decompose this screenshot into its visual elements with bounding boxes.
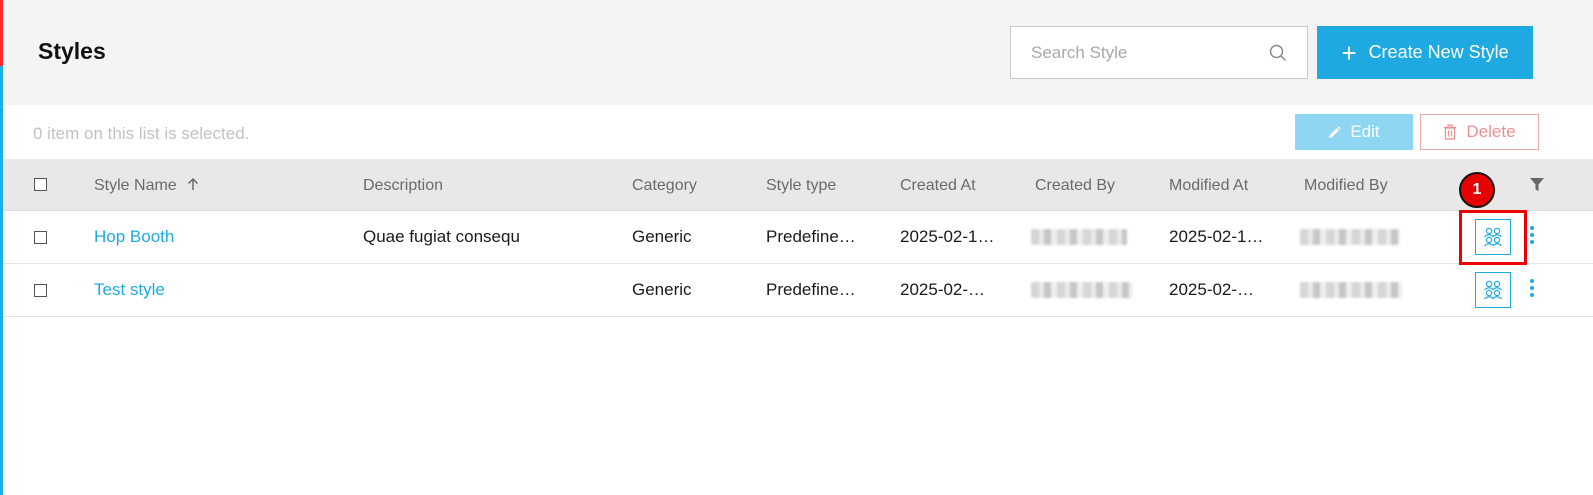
column-header-modified-at[interactable]: Modified At: [1169, 177, 1248, 195]
edit-button[interactable]: Edit: [1295, 114, 1413, 150]
created-by-cell-redacted: [1031, 282, 1133, 298]
selection-status: 0 item on this list is selected.: [33, 124, 250, 143]
highlight-annotation-box: [1459, 210, 1527, 265]
modified-at-cell: 2025-02-1…: [1169, 227, 1264, 246]
delete-label: Delete: [1466, 122, 1516, 141]
created-by-cell-redacted: [1031, 229, 1127, 245]
plus-icon: +: [1341, 37, 1357, 68]
row-more-options-icon[interactable]: [1528, 226, 1536, 248]
search-box[interactable]: [1010, 26, 1308, 79]
table-row[interactable]: Test style Generic Predefine… 2025-02-… …: [3, 264, 1593, 317]
modified-at-cell: 2025-02-…: [1169, 280, 1255, 299]
column-header-modified-by[interactable]: Modified By: [1304, 177, 1388, 195]
select-all-checkbox[interactable]: [34, 178, 47, 191]
modified-by-cell-redacted: [1300, 282, 1402, 298]
search-icon[interactable]: [1269, 44, 1287, 62]
edit-label: Edit: [1350, 122, 1380, 141]
page-header: Styles + Create New Style: [3, 0, 1593, 105]
row-more-options-icon[interactable]: [1528, 279, 1536, 301]
row-checkbox[interactable]: [34, 231, 47, 244]
table-row[interactable]: Hop Booth Quae fugiat consequ Generic Pr…: [3, 211, 1593, 264]
create-new-style-button[interactable]: + Create New Style: [1317, 26, 1533, 79]
create-new-style-label: Create New Style: [1368, 42, 1509, 62]
search-input[interactable]: [1011, 27, 1261, 78]
column-header-created-by[interactable]: Created By: [1035, 177, 1115, 195]
users-group-icon: [1484, 280, 1502, 300]
style-type-cell: Predefine…: [766, 227, 856, 246]
table-header: Style Name Description Category Style ty…: [3, 159, 1593, 211]
created-at-cell: 2025-02-…: [900, 280, 986, 299]
category-cell: Generic: [632, 280, 692, 299]
category-cell: Generic: [632, 227, 692, 246]
column-label: Style Name: [94, 177, 177, 194]
delete-button[interactable]: Delete: [1420, 114, 1539, 150]
style-type-cell: Predefine…: [766, 280, 856, 299]
step-number-badge: 1: [1459, 172, 1495, 208]
pencil-icon: [1329, 125, 1342, 138]
column-header-style-type[interactable]: Style type: [766, 177, 836, 195]
modified-by-cell-redacted: [1300, 229, 1400, 245]
style-name-link[interactable]: Test style: [94, 280, 165, 300]
page-title: Styles: [38, 38, 106, 64]
column-header-description[interactable]: Description: [363, 177, 443, 195]
column-header-created-at[interactable]: Created At: [900, 177, 976, 195]
assign-users-button[interactable]: [1475, 272, 1511, 308]
selection-toolbar: 0 item on this list is selected. Edit De…: [3, 105, 1593, 159]
column-header-style-name[interactable]: Style Name: [94, 177, 199, 195]
trash-icon: [1444, 124, 1457, 140]
description-cell: Quae fugiat consequ: [363, 227, 520, 246]
column-header-category[interactable]: Category: [632, 177, 697, 195]
row-checkbox[interactable]: [34, 284, 47, 297]
sort-ascending-icon: [188, 177, 199, 190]
filter-icon[interactable]: [1529, 177, 1545, 198]
created-at-cell: 2025-02-1…: [900, 227, 995, 246]
style-name-link[interactable]: Hop Booth: [94, 227, 174, 247]
